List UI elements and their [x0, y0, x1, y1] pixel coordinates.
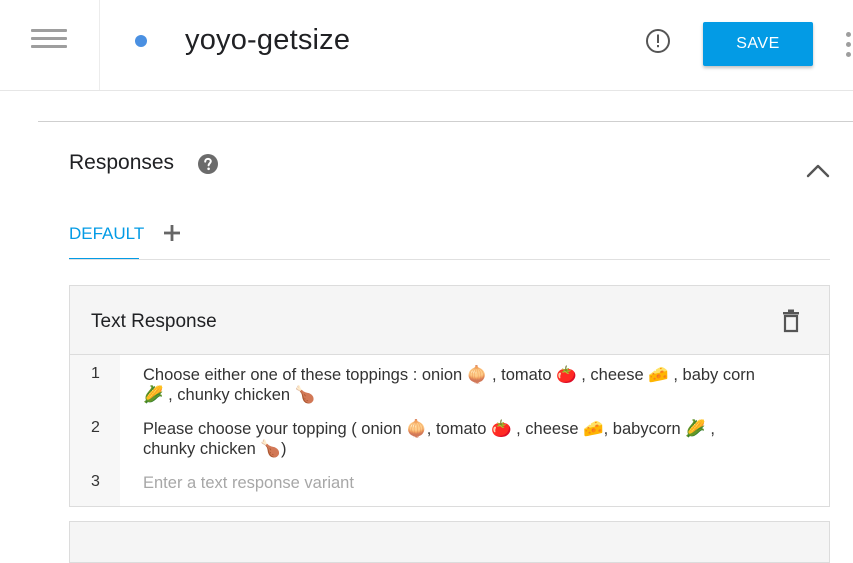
tab-default[interactable]: DEFAULT [69, 224, 144, 244]
hamburger-menu-icon[interactable] [31, 27, 67, 49]
next-response-card [69, 521, 830, 563]
responses-heading: Responses [69, 151, 175, 174]
more-options-icon[interactable] [843, 30, 853, 60]
add-tab-icon[interactable] [163, 224, 181, 242]
row-number: 2 [91, 419, 100, 436]
section-divider [38, 121, 853, 122]
header-divider [99, 0, 100, 90]
card-title: Text Response [91, 311, 217, 332]
help-icon[interactable] [198, 154, 218, 174]
row-number: 3 [91, 473, 100, 490]
card-header: Text Response [70, 286, 829, 355]
intent-name[interactable]: yoyo-getsize [185, 24, 350, 57]
save-button[interactable]: SAVE [703, 22, 813, 66]
text-response-card: Text Response 1 Choose either one of the… [69, 285, 830, 507]
row-number: 1 [91, 365, 100, 382]
response-variant-input[interactable]: Enter a text response variant [143, 473, 763, 493]
top-bar: yoyo-getsize SAVE [0, 0, 853, 91]
chevron-up-icon[interactable] [805, 162, 831, 180]
alert-icon[interactable] [645, 28, 671, 54]
intent-status-dot [135, 35, 147, 47]
response-variant[interactable]: Choose either one of these toppings : on… [143, 365, 763, 405]
tabs-divider [69, 259, 830, 260]
response-variant[interactable]: Please choose your topping ( onion 🧅, to… [143, 419, 763, 459]
trash-icon[interactable] [780, 309, 802, 333]
